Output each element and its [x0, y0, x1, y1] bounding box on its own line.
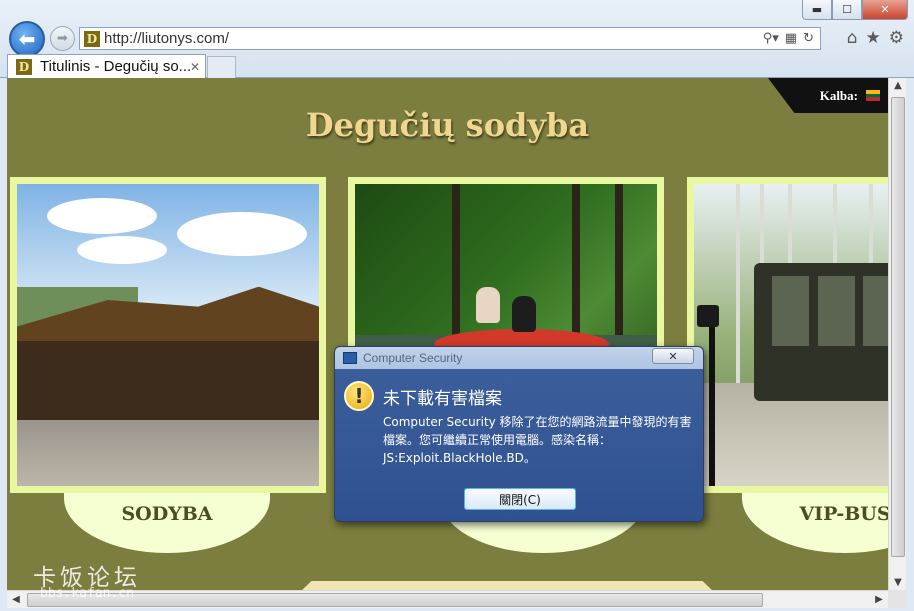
- horizontal-scrollbar[interactable]: ◀ ▶: [7, 590, 888, 608]
- tab-close-icon[interactable]: ✕: [190, 60, 200, 74]
- minimize-button[interactable]: ▬: [802, 0, 832, 20]
- security-alert-dialog: Computer Security ✕ ! 未下載有害檔案 Computer S…: [334, 346, 704, 522]
- card-sodyba[interactable]: [10, 177, 326, 493]
- lithuanian-flag-icon[interactable]: [866, 90, 880, 102]
- page-bottom-banner: [299, 581, 715, 590]
- search-icon[interactable]: ⚲▾: [763, 31, 779, 46]
- card-vip-bus[interactable]: [687, 177, 888, 493]
- tab-favicon: D: [16, 58, 32, 75]
- new-tab-button[interactable]: [207, 56, 236, 78]
- card-label-text: SODYBA: [121, 503, 213, 525]
- tab-active[interactable]: D Titulinis - Degučių so... ✕: [7, 54, 206, 78]
- window-controls: ▬ ☐ ✕: [802, 0, 908, 20]
- homestead-photo[interactable]: [17, 184, 319, 486]
- tab-title: Titulinis - Degučių so...: [40, 58, 190, 75]
- back-icon[interactable]: ⬅: [9, 21, 45, 57]
- favorites-star-icon[interactable]: ★: [866, 28, 881, 48]
- scrollbar-corner: [888, 590, 906, 608]
- scroll-down-icon[interactable]: ▼: [889, 577, 907, 588]
- forum-watermark-url: bbs.kafan.cn: [40, 586, 134, 601]
- tab-strip: D Titulinis - Degučių so... ✕: [0, 54, 914, 78]
- bus-photo[interactable]: [694, 184, 888, 486]
- card-label-text: VIP-BUS: [799, 503, 888, 525]
- vertical-scrollbar[interactable]: ▲ ▼: [888, 78, 906, 590]
- dialog-heading: 未下載有害檔案: [383, 389, 502, 409]
- flag-stripe: [866, 97, 880, 102]
- vertical-scroll-thumb[interactable]: [891, 97, 905, 557]
- forward-icon[interactable]: ➡: [50, 26, 75, 51]
- language-label: Kalba:: [819, 87, 858, 103]
- tools-gear-icon[interactable]: ⚙: [889, 28, 904, 48]
- browser-chrome: ▬ ☐ ✕ ⬅ ➡ D http://liutonys.com/ ⚲▾ ▦ ↻ …: [0, 0, 914, 78]
- maximize-button[interactable]: ☐: [832, 0, 862, 20]
- card-label-vip-bus[interactable]: VIP-BUS: [742, 493, 888, 553]
- scroll-left-icon[interactable]: ◀: [7, 594, 25, 605]
- scroll-up-icon[interactable]: ▲: [889, 80, 907, 91]
- address-bar[interactable]: D http://liutonys.com/ ⚲▾ ▦ ↻: [79, 27, 821, 50]
- home-icon[interactable]: ⌂: [847, 28, 858, 48]
- compat-icon[interactable]: ▦: [785, 31, 797, 46]
- dialog-message: Computer Security 移除了在您的網路流量中發現的有害檔案。您可繼…: [383, 415, 692, 465]
- dialog-titlebar[interactable]: Computer Security: [335, 347, 703, 369]
- computer-security-icon: [343, 352, 357, 364]
- dialog-close-button[interactable]: ✕: [652, 348, 694, 364]
- horizontal-scroll-thumb[interactable]: [27, 593, 763, 607]
- dialog-ok-button[interactable]: 關閉(C): [464, 488, 576, 510]
- site-favicon: D: [84, 30, 100, 47]
- url-text[interactable]: http://liutonys.com/: [104, 30, 763, 47]
- warning-icon: !: [344, 381, 374, 411]
- card-label-sodyba[interactable]: SODYBA: [64, 493, 270, 553]
- close-window-button[interactable]: ✕: [862, 0, 908, 20]
- site-title: Degučių sodyba: [305, 106, 590, 144]
- dialog-title: Computer Security: [363, 351, 463, 365]
- refresh-icon[interactable]: ↻: [803, 31, 814, 46]
- scroll-right-icon[interactable]: ▶: [870, 594, 888, 605]
